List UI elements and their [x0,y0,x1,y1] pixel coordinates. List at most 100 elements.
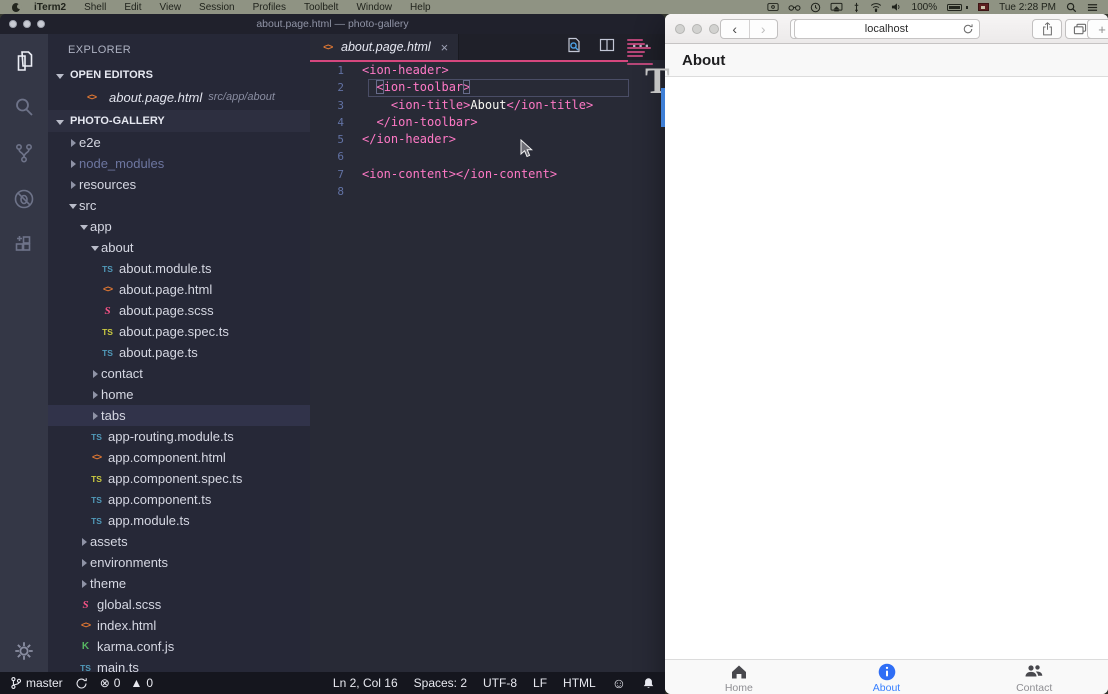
menu-toolbelt[interactable]: Toolbelt [295,2,347,13]
reload-icon[interactable] [962,23,974,38]
tab-contact[interactable]: Contact [960,660,1108,694]
code-line-7[interactable]: 7<ion-content></ion-content> [310,166,665,183]
minimize-window-button[interactable] [23,20,31,28]
menu-shell[interactable]: Shell [75,2,115,13]
tree-item-app-component-ts[interactable]: TSapp.component.ts [48,489,310,510]
search-icon[interactable] [11,94,37,120]
settings-gear-icon[interactable] [0,640,48,662]
address-bar[interactable]: localhost [794,19,980,39]
menu-view[interactable]: View [151,2,191,13]
tree-item-about-page-ts[interactable]: TSabout.page.ts [48,342,310,363]
code-area[interactable]: 1<ion-header>2 <ion-toolbar>3 <ion-title… [310,62,665,672]
code-line-4[interactable]: 4 </ion-toolbar> [310,114,665,131]
apple-menu-icon[interactable] [10,2,21,13]
back-button[interactable]: ‹ [721,20,749,38]
source-control-icon[interactable] [11,140,37,166]
tree-item-home[interactable]: home [48,384,310,405]
eol[interactable]: LF [533,676,547,690]
code-line-1[interactable]: 1<ion-header> [310,62,665,79]
glasses-icon[interactable] [788,3,801,12]
tree-item-assets[interactable]: assets [48,531,310,552]
zoom-window-button[interactable] [709,24,719,34]
menu-session[interactable]: Session [190,2,244,13]
tree-item-e2e[interactable]: e2e [48,132,310,153]
tree-item-about-module-ts[interactable]: TSabout.module.ts [48,258,310,279]
language-mode[interactable]: HTML [563,676,596,690]
stray-text-artifact: T [645,60,670,103]
menu-window[interactable]: Window [347,2,401,13]
input-source-flag-icon[interactable] [978,3,989,11]
encoding[interactable]: UTF-8 [483,676,517,690]
tree-item-index-html[interactable]: <>index.html [48,615,310,636]
menubar-clock[interactable]: Tue 2:28 PM [999,2,1056,13]
tree-item-app-component-html[interactable]: <>app.component.html [48,447,310,468]
forward-button[interactable]: › [749,20,778,38]
split-editor-icon[interactable] [599,37,615,58]
menu-iterm2[interactable]: iTerm2 [25,2,75,13]
problems-indicator[interactable]: ⊗ 0 ▲ 0 [100,676,153,690]
new-tab-button[interactable]: + [1087,19,1108,39]
display-mirroring-icon[interactable] [830,2,843,12]
code-line-3[interactable]: 3 <ion-title>About</ion-title> [310,97,665,114]
tab-about-page-html[interactable]: <> about.page.html × [310,34,459,60]
timer-icon[interactable] [810,2,821,13]
tree-item-main-ts[interactable]: TSmain.ts [48,657,310,672]
feedback-smiley-icon[interactable]: ☺ [612,675,626,691]
volume-icon[interactable] [891,2,902,12]
close-tab-icon[interactable]: × [441,40,449,55]
code-line-5[interactable]: 5</ion-header> [310,131,665,148]
vscode-titlebar[interactable]: about.page.html — photo-gallery [0,14,665,34]
debug-icon[interactable] [11,186,37,212]
tree-item-app-component-spec-ts[interactable]: TSapp.component.spec.ts [48,468,310,489]
extensions-icon[interactable] [11,232,37,258]
screen-capture-icon[interactable] [767,2,779,12]
safari-window-controls[interactable] [675,24,719,34]
zoom-window-button[interactable] [37,20,45,28]
tree-item-about[interactable]: about [48,237,310,258]
code-line-8[interactable]: 8 [310,183,665,200]
tree-item-karma-conf-js[interactable]: Kkarma.conf.js [48,636,310,657]
project-section[interactable]: PHOTO-GALLERY [48,110,310,132]
open-preview-icon[interactable] [566,37,582,58]
code-line-2[interactable]: 2 <ion-toolbar> [310,79,665,96]
tree-item-about-page-scss[interactable]: Sabout.page.scss [48,300,310,321]
menu-help[interactable]: Help [401,2,440,13]
tree-item-resources[interactable]: resources [48,174,310,195]
vscode-window-controls[interactable] [9,20,45,28]
explorer-icon[interactable] [11,48,37,74]
close-window-button[interactable] [9,20,17,28]
tab-home[interactable]: Home [665,660,813,694]
tree-item-app-module-ts[interactable]: TSapp.module.ts [48,510,310,531]
notifications-bell-icon[interactable] [642,677,655,690]
minimize-window-button[interactable] [692,24,702,34]
share-button[interactable] [1032,19,1062,39]
open-editors-section[interactable]: OPEN EDITORS [48,64,310,86]
tree-item-src[interactable]: src [48,195,310,216]
notification-center-icon[interactable] [1087,2,1098,13]
indentation[interactable]: Spaces: 2 [414,676,467,690]
dongle-icon[interactable] [852,2,861,13]
menu-edit[interactable]: Edit [115,2,150,13]
tree-item-node-modules[interactable]: node_modules [48,153,310,174]
git-branch-indicator[interactable]: master [10,676,63,690]
menu-profiles[interactable]: Profiles [244,2,295,13]
tab-about[interactable]: About [813,660,961,694]
tree-item-about-page-html[interactable]: <>about.page.html [48,279,310,300]
code-text: </ion-toolbar> [362,114,478,131]
tree-item-contact[interactable]: contact [48,363,310,384]
tree-item-environments[interactable]: environments [48,552,310,573]
open-editor-item[interactable]: <> about.page.html src/app/about [48,86,310,108]
wifi-icon[interactable] [870,2,882,12]
cursor-position[interactable]: Ln 2, Col 16 [333,676,398,690]
tree-item-theme[interactable]: theme [48,573,310,594]
editor-group: <> about.page.html × ··· 1<ion-header>2 … [310,34,665,672]
sync-icon[interactable] [75,677,88,690]
tree-item-tabs[interactable]: tabs [48,405,310,426]
spotlight-icon[interactable] [1066,2,1077,13]
tree-item-app-routing-module-ts[interactable]: TSapp-routing.module.ts [48,426,310,447]
tree-item-app[interactable]: app [48,216,310,237]
tree-item-about-page-spec-ts[interactable]: TSabout.page.spec.ts [48,321,310,342]
code-line-6[interactable]: 6 [310,148,665,165]
tree-item-global-scss[interactable]: Sglobal.scss [48,594,310,615]
close-window-button[interactable] [675,24,685,34]
